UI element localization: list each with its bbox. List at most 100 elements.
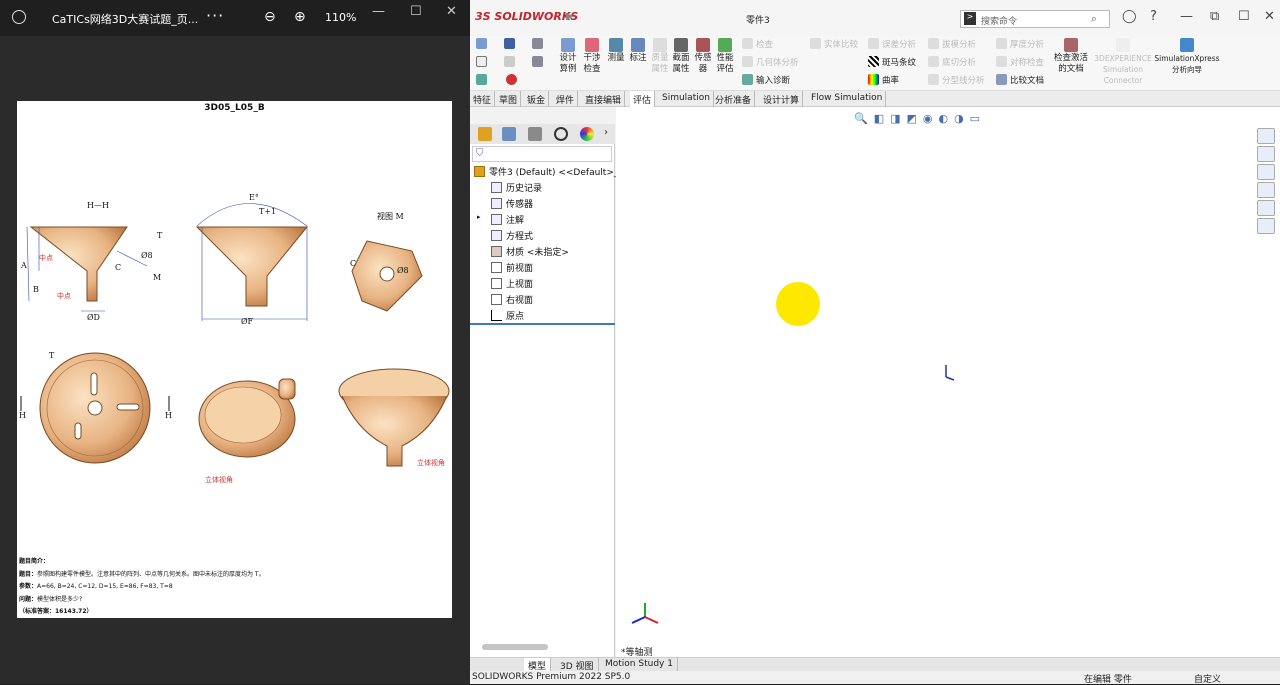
tree-item-top-plane[interactable]: 上视面 xyxy=(491,277,533,290)
expand-tabs-icon[interactable]: › xyxy=(604,127,608,138)
tab-flow-simulation[interactable]: Flow Simulation xyxy=(808,91,887,107)
symmetry-check-button[interactable]: 对称检查 xyxy=(996,56,1044,68)
thickness-analysis-button[interactable]: 厚度分析 xyxy=(996,38,1044,50)
search-commands-input[interactable]: > 搜索命令 ⌕ xyxy=(960,10,1110,28)
tree-item-origin[interactable]: 原点 xyxy=(491,309,524,322)
restore-icon[interactable]: ⧉ xyxy=(1210,9,1219,24)
performance-evaluation-button[interactable]: 性能 评估 xyxy=(713,38,737,75)
section-properties-button[interactable]: 截面 属性 xyxy=(669,38,693,75)
status-units[interactable]: 自定义 xyxy=(1194,672,1221,685)
interference-check-button[interactable]: 干涉 检查 xyxy=(580,38,604,75)
tree-item-front-plane[interactable]: 前视面 xyxy=(491,261,533,274)
markup-button[interactable]: 标注 xyxy=(626,38,650,64)
tab-motion-study[interactable]: Motion Study 1 xyxy=(601,658,678,672)
undo-icon[interactable] xyxy=(532,56,543,67)
tab-design-calc[interactable]: 设计计算 xyxy=(760,91,804,107)
mass-properties-icon xyxy=(653,38,667,52)
sensor-button[interactable]: 传感 器 xyxy=(691,38,715,75)
traffic-light-icon[interactable] xyxy=(506,74,517,85)
save-icon[interactable] xyxy=(504,38,515,49)
design-study-button[interactable]: 设计 算例 xyxy=(556,38,580,75)
tree-item-sensors[interactable]: 传感器 xyxy=(491,197,533,210)
tree-root-part[interactable]: 零件3 (Default) <<Default>_F xyxy=(474,165,624,178)
expand-arrow-icon[interactable]: ▸ xyxy=(477,213,481,221)
tree-item-annotations[interactable]: ▸ 注解 xyxy=(477,213,524,226)
solidworks-logo[interactable]: 3S SOLIDWORKS xyxy=(475,10,578,23)
help-icon[interactable]: ? xyxy=(1150,9,1157,24)
menu-arrow-icon[interactable]: ▶ xyxy=(566,11,574,22)
label-c2: C xyxy=(350,259,357,268)
tab-3d-view[interactable]: 3D 视图 xyxy=(556,658,599,672)
minimize-button[interactable]: — xyxy=(372,4,385,19)
task-pane-explorer-icon[interactable] xyxy=(1257,164,1275,180)
tree-filter[interactable]: ⛉ xyxy=(472,146,612,162)
task-pane-library-icon[interactable] xyxy=(1257,146,1275,162)
tree-item-history[interactable]: 历史记录 xyxy=(491,181,542,194)
new-icon[interactable] xyxy=(476,56,487,67)
horizontal-scrollbar[interactable] xyxy=(482,644,548,650)
close-button[interactable]: ✕ xyxy=(446,4,457,19)
geometry-analysis-button[interactable]: 几何体分析 xyxy=(742,56,799,68)
task-pane-home-icon[interactable] xyxy=(1257,128,1275,144)
task-pane-appearance-icon[interactable] xyxy=(1257,200,1275,216)
tab-weldments[interactable]: 焊件 xyxy=(553,91,579,107)
deviation-icon xyxy=(868,38,879,49)
undercut-icon xyxy=(928,56,939,67)
zoom-out-icon[interactable]: ⊖ xyxy=(264,9,276,25)
compare-documents-button[interactable]: 比较文档 xyxy=(996,74,1044,86)
user-icon[interactable]: ◯ xyxy=(1122,9,1137,24)
display-manager-tab-icon[interactable] xyxy=(580,127,594,141)
tab-model[interactable]: 模型 xyxy=(524,658,552,672)
task-pane-properties-icon[interactable] xyxy=(1257,218,1275,234)
tab-features[interactable]: 特征 xyxy=(470,91,496,107)
feature-manager-tab-icon[interactable] xyxy=(478,127,492,141)
tree-item-equations[interactable]: 方程式 xyxy=(491,229,533,242)
options-icon[interactable] xyxy=(532,38,543,49)
more-options-button[interactable]: ··· xyxy=(206,6,224,25)
rebuild-icon[interactable] xyxy=(476,74,487,85)
history-icon xyxy=(491,182,502,193)
drawing-page: 3D05_L05_B H—H E° T+1 T A B C ØD ØF Ø8 Ø… xyxy=(17,101,452,618)
undercut-analysis-button[interactable]: 底切分析 xyxy=(928,56,976,68)
plane-icon xyxy=(491,294,502,305)
tab-simulation[interactable]: Simulation xyxy=(659,91,714,107)
zebra-stripes-button[interactable]: 斑马条纹 xyxy=(868,56,916,68)
tab-sketch[interactable]: 草图 xyxy=(496,91,522,107)
search-icon[interactable]: ⌕ xyxy=(1091,12,1097,26)
config-manager-tab-icon[interactable] xyxy=(528,127,542,141)
tree-item-material[interactable]: 材质 <未指定> xyxy=(491,245,569,258)
connector-icon xyxy=(1116,38,1130,52)
label-a: A xyxy=(21,261,27,270)
close-icon[interactable]: ✕ xyxy=(1264,9,1275,24)
parting-line-analysis-button[interactable]: 分型线分析 xyxy=(928,74,985,86)
deviation-analysis-button[interactable]: 误差分析 xyxy=(868,38,916,50)
task-pane-palette-icon[interactable] xyxy=(1257,182,1275,198)
compare-bodies-button[interactable]: 实体比较 xyxy=(810,38,858,50)
simulationxpress-button[interactable]: SimulationXpress 分析向导 xyxy=(1154,38,1220,75)
tree-item-right-plane[interactable]: 右视面 xyxy=(491,293,533,306)
tab-evaluate[interactable]: 评估 xyxy=(630,91,656,107)
check-button[interactable]: 检查 xyxy=(742,38,773,50)
check-active-document-button[interactable]: 检查激活 的文档 xyxy=(1052,38,1090,75)
measure-button[interactable]: 测量 xyxy=(604,38,628,64)
draft-analysis-button[interactable]: 拔模分析 xyxy=(928,38,976,50)
minimize-icon[interactable]: — xyxy=(1180,9,1193,24)
home-icon[interactable] xyxy=(476,38,487,49)
property-manager-tab-icon[interactable] xyxy=(502,127,516,141)
curvature-icon xyxy=(868,74,879,85)
maximize-button[interactable]: ☐ xyxy=(410,4,422,19)
measure-icon xyxy=(609,38,623,52)
tab-sheet-metal[interactable]: 钣金 xyxy=(524,91,550,107)
zoom-in-icon[interactable]: ⊕ xyxy=(294,9,306,25)
front-view xyxy=(195,203,309,321)
rollback-bar[interactable] xyxy=(470,323,615,325)
tab-analysis-prep[interactable]: 分析准备 xyxy=(712,91,756,107)
curvature-button[interactable]: 曲率 xyxy=(868,74,899,86)
tab-direct-edit[interactable]: 直接编辑 xyxy=(582,91,626,107)
dimxpert-tab-icon[interactable] xyxy=(554,127,568,141)
import-diagnostics-button[interactable]: 输入诊断 xyxy=(742,74,790,86)
print-icon[interactable] xyxy=(504,56,515,67)
simulation-connector-button[interactable]: 3DEXPERIENCE Simulation Connector xyxy=(1094,38,1152,86)
graphics-area[interactable]: 🔍◧◨◩◉◐◑▭ *等轴测 xyxy=(616,107,1280,658)
maximize-icon[interactable]: ☐ xyxy=(1238,9,1250,24)
